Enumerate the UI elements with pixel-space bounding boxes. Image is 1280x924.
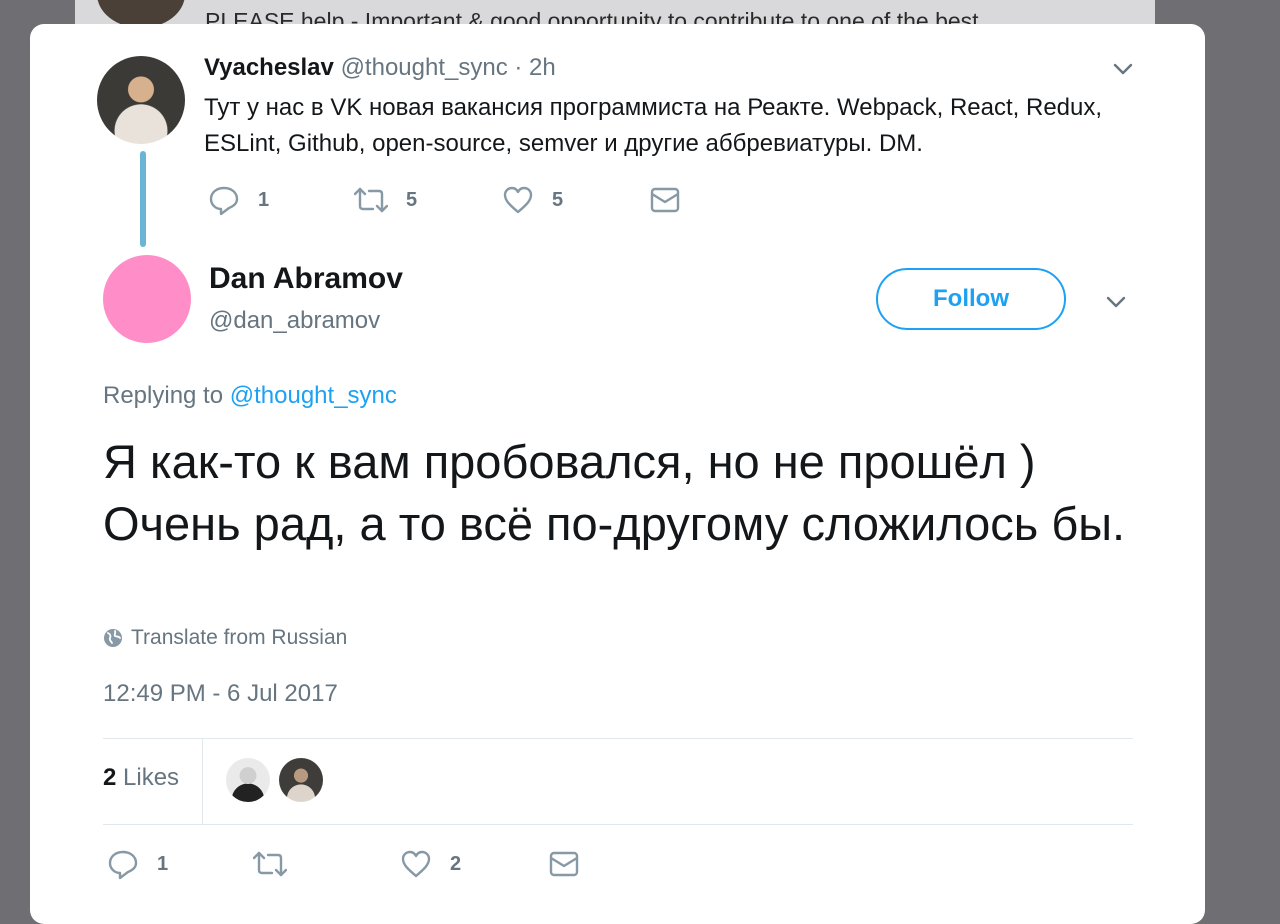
replying-to-prefix: Replying to — [103, 382, 224, 409]
parent-retweet-button[interactable]: 5 — [354, 184, 417, 216]
parent-like-count: 5 — [552, 188, 564, 211]
translate-label: Translate from Russian — [131, 626, 348, 649]
stats-bottom-divider — [103, 824, 1133, 825]
tweet-modal: Vyacheslav @thought_sync · 2h Тут у нас … — [30, 24, 1205, 924]
replying-to-line: Replying to @thought_sync — [103, 382, 397, 410]
likes-stat[interactable]: 2 Likes — [103, 764, 179, 792]
likes-label: Likes — [123, 764, 180, 791]
parent-time-separator: · — [514, 54, 523, 81]
main-tweet-text: Я как-то к вам пробовался, но не прошёл … — [103, 435, 1126, 550]
stats-top-divider — [103, 738, 1133, 739]
main-author-name[interactable]: Dan Abramov — [209, 262, 403, 296]
globe-icon — [104, 629, 122, 647]
parent-tweet-header: Vyacheslav @thought_sync · 2h — [204, 54, 556, 82]
reply-icon — [209, 186, 239, 216]
parent-retweet-count: 5 — [406, 188, 418, 211]
chevron-down-icon[interactable] — [1112, 58, 1134, 80]
parent-tweet-avatar[interactable] — [97, 56, 185, 144]
heart-icon — [401, 850, 431, 878]
replying-to-mention[interactable]: @thought_sync — [230, 382, 397, 409]
retweet-icon — [354, 187, 388, 213]
tweet-timestamp[interactable]: 12:49 PM - 6 Jul 2017 — [103, 680, 338, 708]
main-tweet-avatar[interactable] — [103, 255, 191, 343]
retweet-icon — [253, 851, 287, 877]
heart-icon — [503, 186, 533, 214]
follow-button[interactable]: Follow — [876, 268, 1066, 330]
chevron-down-icon[interactable] — [1105, 291, 1127, 313]
stats-vertical-divider — [202, 738, 203, 824]
like-button[interactable]: 2 — [400, 848, 461, 880]
retweet-button[interactable] — [253, 848, 305, 880]
liker-avatar[interactable] — [279, 758, 323, 802]
parent-reply-count: 1 — [258, 188, 270, 211]
parent-author-handle[interactable]: @thought_sync — [341, 54, 508, 81]
envelope-icon — [650, 187, 680, 213]
dm-button[interactable] — [549, 851, 579, 877]
parent-reply-button[interactable]: 1 — [208, 184, 269, 216]
thread-connector-line — [140, 151, 146, 247]
parent-tweet-text: Тут у нас в VK новая вакансия программис… — [204, 94, 1103, 157]
reply-count: 1 — [157, 852, 169, 875]
main-author-handle[interactable]: @dan_abramov — [209, 307, 380, 335]
parent-like-button[interactable]: 5 — [502, 184, 563, 216]
translate-link[interactable]: Translate from Russian — [103, 626, 347, 650]
likes-count: 2 — [103, 764, 117, 791]
reply-icon — [108, 850, 138, 880]
envelope-icon — [549, 851, 579, 877]
parent-author-name[interactable]: Vyacheslav — [204, 54, 334, 81]
liker-avatar[interactable] — [226, 758, 270, 802]
reply-button[interactable]: 1 — [107, 848, 168, 880]
like-count: 2 — [450, 852, 462, 875]
parent-tweet-time[interactable]: 2h — [529, 54, 556, 81]
parent-dm-button[interactable] — [650, 187, 680, 213]
